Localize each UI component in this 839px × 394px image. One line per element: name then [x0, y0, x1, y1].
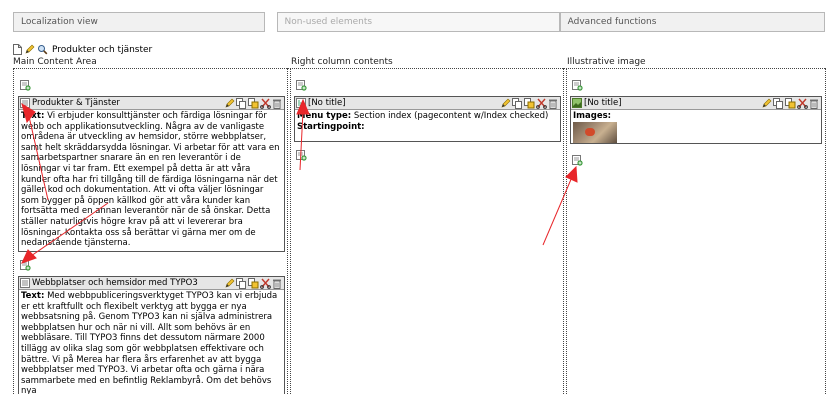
tab-localization-view[interactable]: Localization view: [13, 12, 265, 32]
content-element-header: [No title]: [571, 97, 821, 110]
content-element-toolbar: [500, 97, 560, 109]
edit-icon[interactable]: [224, 98, 235, 109]
content-element-title: Webbplatser och hemsidor med TYPO3: [32, 277, 198, 288]
content-element-image: [No title] Images:: [570, 96, 822, 144]
cut-icon[interactable]: [536, 98, 547, 109]
delete-icon[interactable]: [272, 278, 282, 289]
search-icon[interactable]: [37, 44, 48, 55]
content-element-body: Menu type: Section index (pagecontent w/…: [295, 110, 560, 133]
edit-icon[interactable]: [224, 278, 235, 289]
content-element-header: Produkter & Tjänster: [19, 97, 284, 110]
content-element-body: Images:: [571, 110, 821, 143]
content-element-body: Text: Vi erbjuder konsulttjänster och fä…: [19, 110, 284, 250]
content-element-toolbar: [224, 277, 284, 289]
page-title: Produkter och tjänster: [52, 44, 153, 55]
content-element-body: Text: Med webbpubliceringsverktyget TYPO…: [19, 290, 284, 394]
cut-icon[interactable]: [260, 98, 271, 109]
cut-icon[interactable]: [797, 98, 808, 109]
menu-type-value: Section index (pagecontent w/Index check…: [353, 111, 549, 121]
content-element-menu: [No title] Menu type: Section index (pag…: [294, 96, 561, 142]
delete-icon[interactable]: [548, 98, 558, 109]
text-content: Vi erbjuder konsulttjänster och färdiga …: [21, 111, 280, 249]
new-record-icon[interactable]: [572, 80, 583, 91]
new-record-icon[interactable]: [572, 155, 583, 166]
content-element-webbplatser: Webbplatser och hemsidor med TYPO3 Text:…: [18, 276, 285, 394]
page-header: Produkter och tjänster: [13, 44, 152, 55]
content-element-title: [No title]: [308, 97, 346, 108]
tab-non-used-elements[interactable]: Non-used elements: [276, 12, 560, 32]
edit-icon[interactable]: [24, 44, 35, 55]
column-divider: [563, 68, 564, 394]
column-divider: [13, 68, 14, 394]
text-content: Med webbpubliceringsverktyget TYPO3 kan …: [21, 291, 278, 394]
startingpoint-label: Startingpoint:: [297, 121, 365, 132]
page-icon: [13, 44, 22, 55]
column-divider: [290, 68, 291, 394]
tab-bar: Localization view Non-used elements Adva…: [13, 12, 825, 32]
copy-icon[interactable]: [512, 97, 523, 109]
move-icon[interactable]: [785, 97, 796, 109]
new-record-icon[interactable]: [296, 80, 307, 91]
text-label: Text:: [21, 111, 45, 121]
copy-icon[interactable]: [236, 277, 247, 289]
annotation-arrow: [542, 165, 578, 246]
tab-advanced-functions[interactable]: Advanced functions: [559, 12, 825, 32]
new-record-icon[interactable]: [20, 260, 31, 271]
content-element-toolbar: [224, 97, 284, 109]
cut-icon[interactable]: [260, 278, 271, 289]
content-element-header: Webbplatser och hemsidor med TYPO3: [19, 277, 284, 290]
edit-icon[interactable]: [500, 98, 511, 109]
move-icon[interactable]: [248, 277, 259, 289]
columns-top-border: [13, 68, 825, 69]
new-record-icon[interactable]: [20, 80, 31, 91]
column-header-main: Main Content Area: [13, 57, 97, 67]
menu-type-label: Menu type:: [297, 111, 352, 121]
content-element-header: [No title]: [295, 97, 560, 110]
image-element-icon: [572, 98, 582, 108]
menu-element-icon: [296, 98, 306, 108]
move-icon[interactable]: [248, 97, 259, 109]
column-divider: [566, 68, 567, 394]
move-icon[interactable]: [524, 97, 535, 109]
new-record-icon[interactable]: [296, 150, 307, 161]
text-label: Text:: [21, 291, 45, 301]
column-divider: [287, 68, 288, 394]
delete-icon[interactable]: [272, 98, 282, 109]
delete-icon[interactable]: [809, 98, 819, 109]
content-element-title: Produkter & Tjänster: [32, 97, 120, 108]
column-header-image: Illustrative image: [567, 57, 646, 67]
copy-icon[interactable]: [773, 97, 784, 109]
image-thumbnail[interactable]: [573, 121, 617, 143]
text-element-icon: [20, 98, 30, 108]
content-element-title: [No title]: [584, 97, 622, 108]
text-element-icon: [20, 278, 30, 288]
content-element-produkter: Produkter & Tjänster Text: Vi erbjuder k…: [18, 96, 285, 252]
images-label: Images:: [573, 111, 612, 121]
edit-icon[interactable]: [761, 98, 772, 109]
content-element-toolbar: [761, 97, 821, 109]
copy-icon[interactable]: [236, 97, 247, 109]
column-header-right: Right column contents: [291, 57, 393, 67]
column-divider: [825, 68, 826, 394]
